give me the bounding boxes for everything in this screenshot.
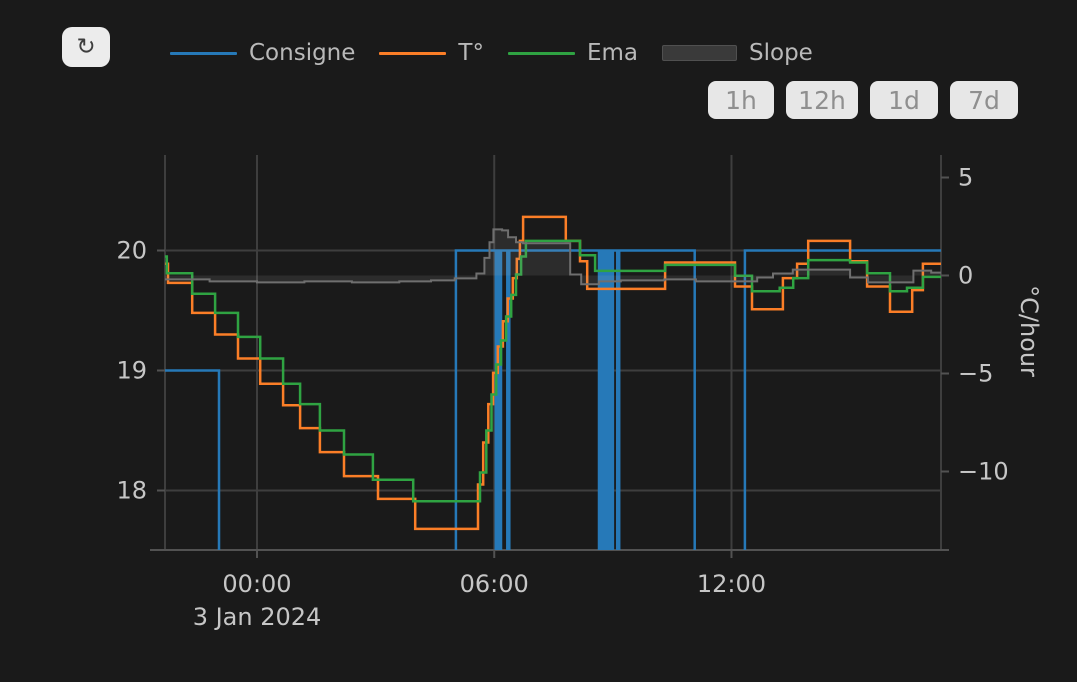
y-right-tick-label: 0 <box>958 262 973 290</box>
legend-item-ema[interactable]: Ema <box>508 42 638 65</box>
legend-label: Consigne <box>249 42 355 65</box>
range-button-1d[interactable]: 1d <box>870 81 938 119</box>
legend-item-consigne[interactable]: Consigne <box>170 42 355 65</box>
consigne-line <box>165 251 941 611</box>
refresh-icon: ↻ <box>76 34 95 60</box>
refresh-button[interactable]: ↻ <box>62 27 110 67</box>
x-tick-label: 12:00 <box>697 570 766 598</box>
slope-area <box>165 229 941 284</box>
ema-line-swatch <box>508 52 575 55</box>
time-range-buttons: 1h 12h 1d 7d <box>708 81 1018 119</box>
temperature-line-swatch <box>379 52 446 55</box>
y-left-tick-label: 19 <box>116 357 147 385</box>
consigne-line-swatch <box>170 52 237 55</box>
y-right-axis-title: °C/hour <box>1015 285 1043 377</box>
y-left-tick-label: 20 <box>116 237 147 265</box>
y-right-tick-label: −10 <box>958 458 1009 486</box>
slope-area-swatch <box>662 45 737 61</box>
plot-series <box>165 217 941 611</box>
x-date-label: 3 Jan 2024 <box>193 603 322 631</box>
x-tick-label: 06:00 <box>460 570 529 598</box>
x-tick-label: 00:00 <box>222 570 291 598</box>
legend-item-temperature[interactable]: T° <box>379 42 484 65</box>
range-button-7d[interactable]: 7d <box>950 81 1018 119</box>
y-right-tick-label: 5 <box>958 164 973 192</box>
legend-label: T° <box>458 42 484 65</box>
gridlines <box>165 155 941 550</box>
y-right-tick-label: −5 <box>958 360 993 388</box>
legend-label: Slope <box>749 42 813 65</box>
y-left-tick-label: 18 <box>116 477 147 505</box>
legend-label: Ema <box>587 42 638 65</box>
range-button-1h[interactable]: 1h <box>708 81 774 119</box>
range-button-12h[interactable]: 12h <box>786 81 858 119</box>
legend-item-slope[interactable]: Slope <box>662 42 813 65</box>
axes <box>150 178 949 559</box>
chart-legend: Consigne T° Ema Slope <box>170 38 813 68</box>
